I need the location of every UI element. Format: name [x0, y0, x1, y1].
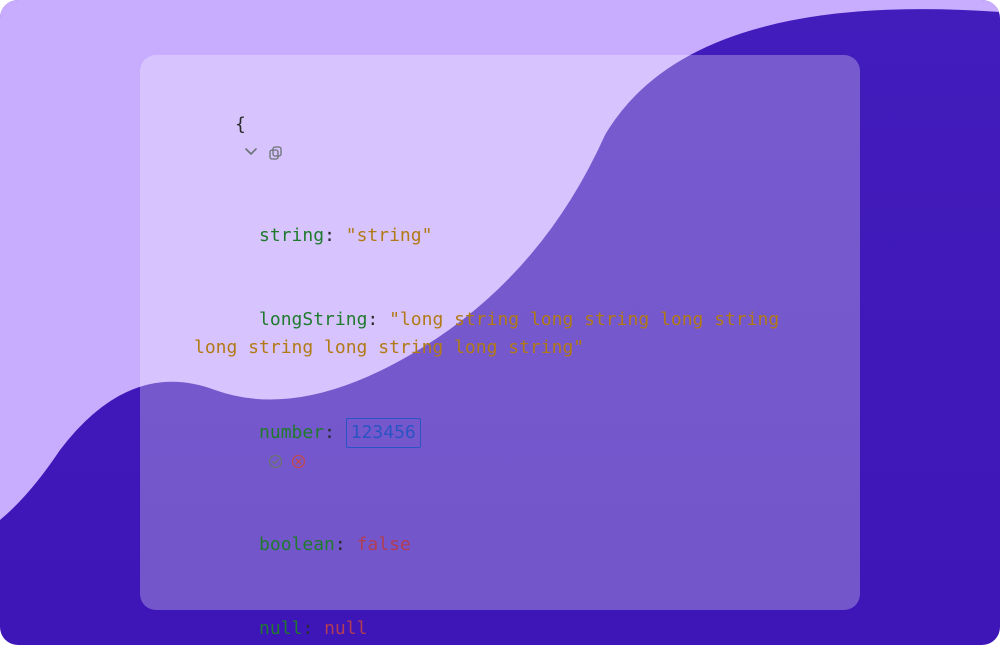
value-string[interactable]: "string": [346, 225, 433, 246]
json-viewer-panel: { string: "string" longString: "long str…: [140, 55, 860, 610]
value-boolean[interactable]: false: [357, 534, 411, 555]
prop-number: number: 123456: [170, 390, 830, 504]
prop-null: null: null: [170, 587, 830, 645]
caret-down-icon[interactable]: [243, 144, 260, 161]
cancel-icon[interactable]: [290, 453, 307, 470]
prop-string: string: "string": [170, 195, 830, 279]
key-boolean: boolean: [259, 534, 335, 555]
key-number: number: [259, 422, 324, 443]
key-longstring: longString: [259, 309, 367, 330]
copy-icon[interactable]: [266, 144, 283, 161]
prop-boolean: boolean: false: [170, 503, 830, 587]
root-open-row: {: [170, 83, 830, 195]
confirm-icon[interactable]: [267, 453, 284, 470]
value-number-editbox[interactable]: 123456: [346, 418, 421, 448]
add-icon[interactable]: [289, 144, 306, 161]
value-null[interactable]: null: [324, 618, 367, 639]
key-string: string: [259, 225, 324, 246]
open-brace: {: [235, 114, 246, 135]
key-null: null: [259, 618, 302, 639]
prop-longstring: longString: "long string long string lon…: [170, 278, 830, 390]
stage: { string: "string" longString: "long str…: [0, 0, 1000, 645]
